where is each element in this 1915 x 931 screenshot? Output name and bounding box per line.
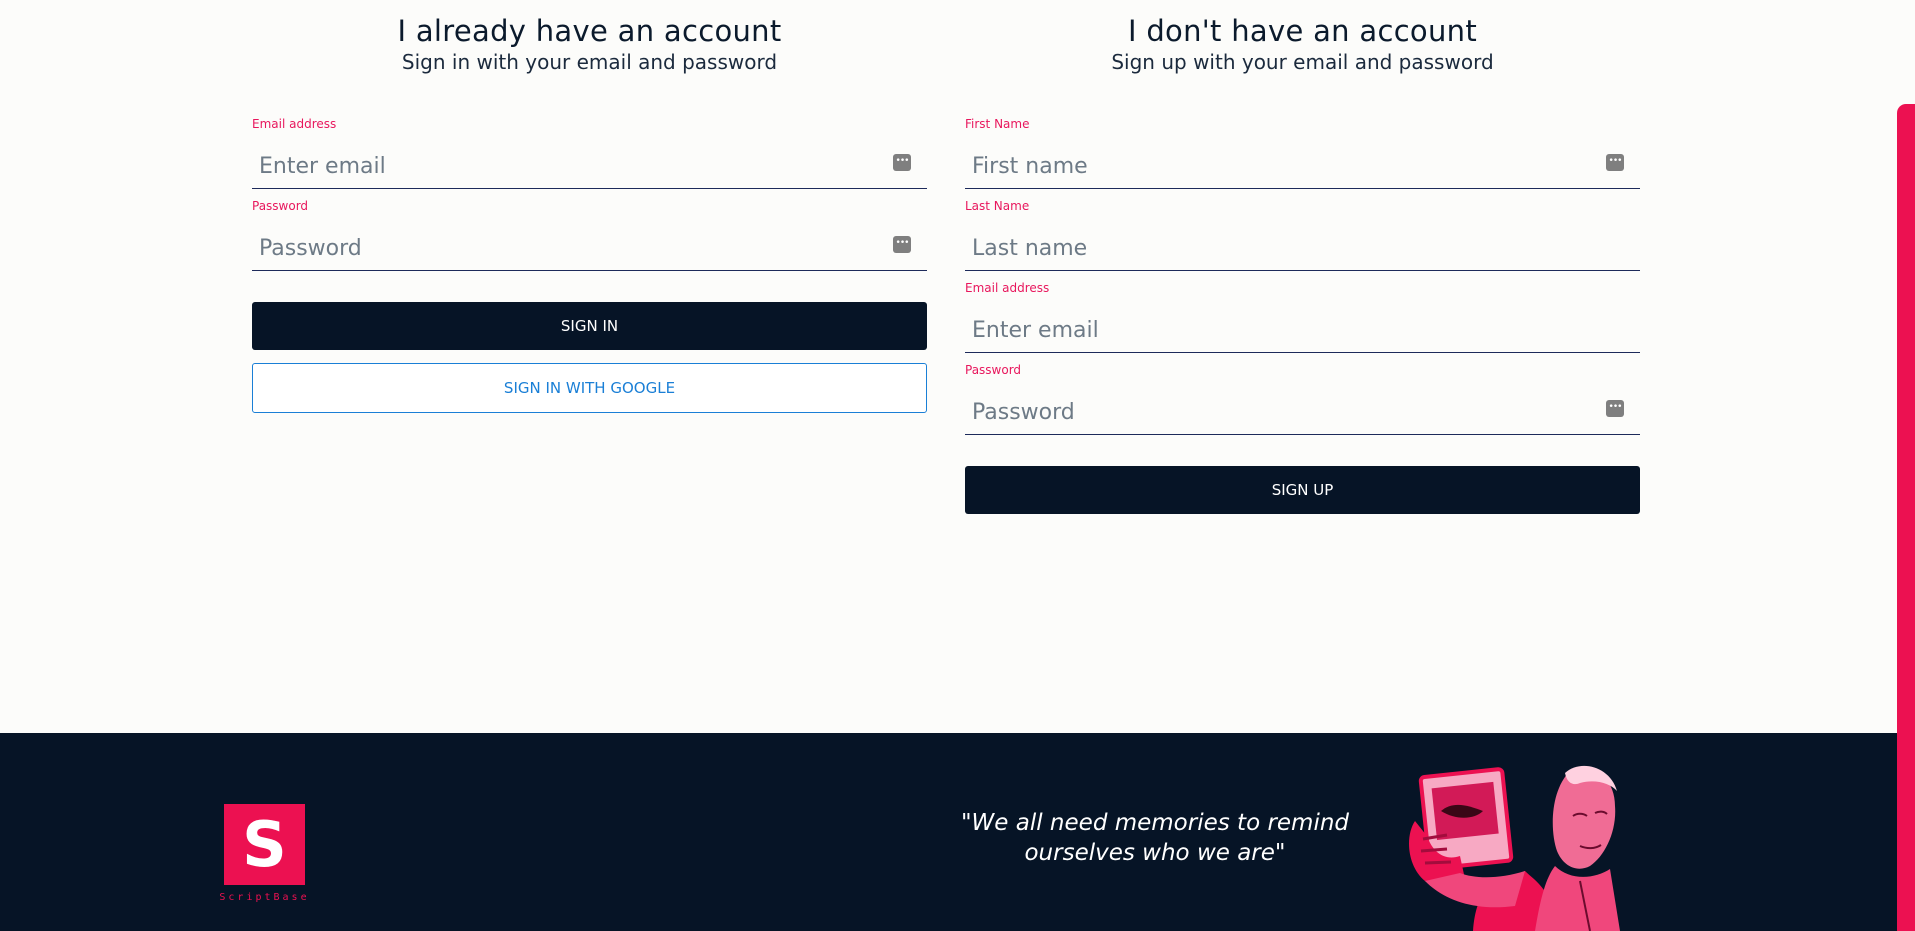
logo-letter: S [242,808,287,881]
email-label: Email address [965,281,1050,295]
sign-up-title: I don't have an account [1127,14,1478,48]
password-label: Password [252,199,309,213]
password-key-icon[interactable]: ••• [893,236,911,253]
last-name-input[interactable] [965,213,1640,271]
sign-up-section: I don't have an account Sign up with you… [965,0,1640,514]
footer-quote: "We all need memories to remind ourselve… [960,810,1350,866]
scrollbar-track[interactable] [1897,0,1915,931]
sign-in-title: I already have an account [397,14,782,48]
sign-in-form: Email address ••• Password ••• SIGN IN S… [252,117,927,413]
sign-up-password-input[interactable] [965,377,1640,435]
sign-in-password-field: Password ••• [252,199,927,281]
sign-in-email-field: Email address ••• [252,117,927,199]
email-label: Email address [252,117,337,131]
sign-in-subtitle: Sign in with your email and password [401,50,778,74]
sign-up-form: First Name ••• Last Name Email address P… [965,117,1640,514]
last-name-field: Last Name [965,199,1640,281]
sign-in-section: I already have an account Sign in with y… [252,0,927,413]
footer: S ScriptBase "We all need memories to re… [0,733,1897,931]
password-key-icon[interactable]: ••• [893,154,911,171]
logo-text: ScriptBase [219,892,310,903]
sign-in-password-input[interactable] [252,213,927,271]
first-name-field: First Name ••• [965,117,1640,199]
sign-in-with-google-button[interactable]: SIGN IN WITH GOOGLE [252,363,927,413]
last-name-label: Last Name [965,199,1030,213]
sign-in-button[interactable]: SIGN IN [252,302,927,350]
sign-up-button[interactable]: SIGN UP [965,466,1640,514]
sign-up-email-field: Email address [965,281,1640,363]
password-key-icon[interactable]: ••• [1606,154,1624,171]
sign-up-password-field: Password ••• [965,363,1640,445]
sign-in-email-input[interactable] [252,131,927,189]
sign-up-email-input[interactable] [965,295,1640,353]
first-name-label: First Name [965,117,1030,131]
scrollbar-thumb[interactable] [1897,104,1915,931]
logo[interactable]: S [224,804,305,885]
first-name-input[interactable] [965,131,1640,189]
password-key-icon[interactable]: ••• [1606,400,1624,417]
footer-photo [1409,765,1620,931]
sign-up-subtitle: Sign up with your email and password [1111,50,1494,74]
password-label: Password [965,363,1022,377]
